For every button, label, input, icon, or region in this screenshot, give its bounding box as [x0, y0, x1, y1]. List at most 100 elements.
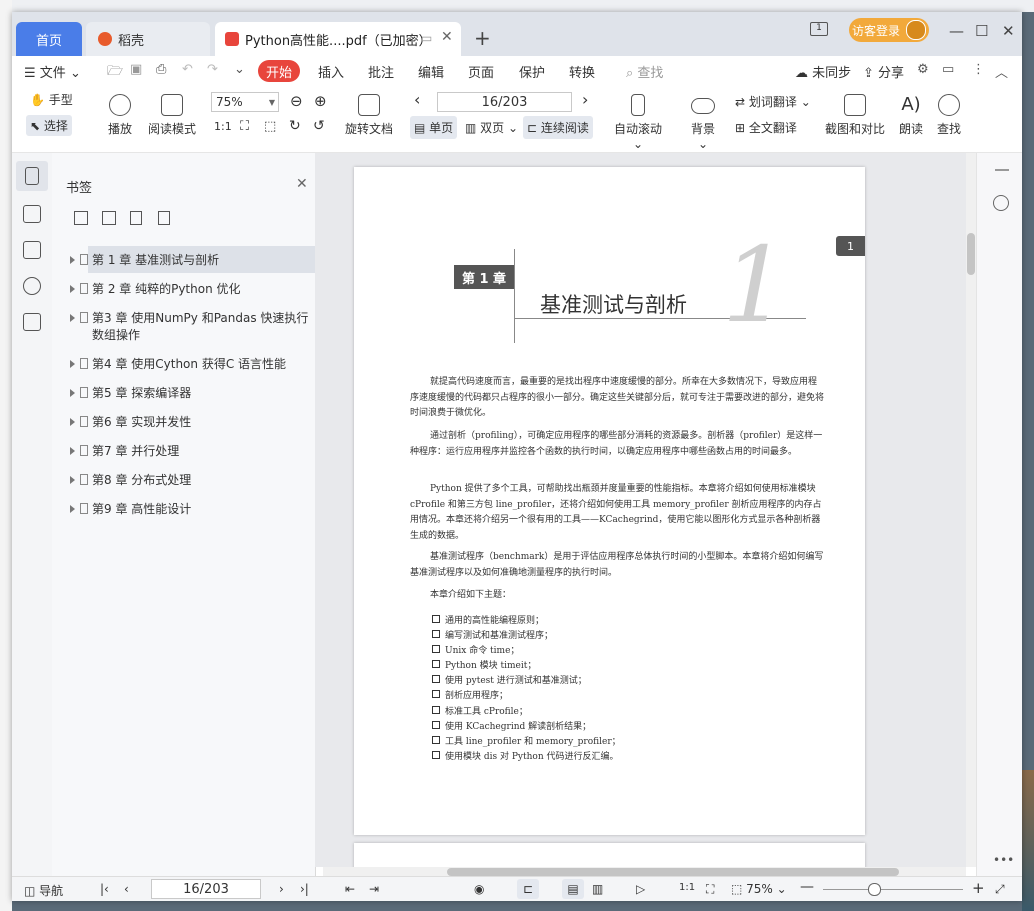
guest-login-button[interactable]: 访客登录: [849, 18, 929, 42]
comment-icon[interactable]: ▭: [942, 62, 954, 77]
save-icon[interactable]: ▣: [130, 62, 142, 77]
hand-tool-button[interactable]: ✋ 手型: [30, 91, 73, 108]
menu-convert[interactable]: 转换: [569, 62, 595, 81]
double-page-status-icon[interactable]: ▥: [592, 882, 603, 896]
forward-view-icon[interactable]: ⇥: [369, 882, 379, 896]
zoom-out-icon[interactable]: ⊖: [290, 92, 303, 110]
redo-icon[interactable]: ↷: [207, 62, 218, 77]
file-menu[interactable]: ☰ 文件 ⌄: [24, 62, 81, 81]
undo-icon[interactable]: ↶: [182, 62, 193, 77]
fit-width-icon[interactable]: ⬚: [264, 119, 276, 134]
minimize-icon[interactable]: —: [949, 22, 964, 40]
background-button[interactable]: 背景 ⌄: [686, 94, 720, 151]
first-page-icon[interactable]: |‹: [100, 882, 109, 896]
menu-annotate[interactable]: 批注: [368, 62, 394, 81]
collapse-ribbon-icon[interactable]: ︿: [995, 62, 1008, 81]
actual-size-icon[interactable]: 1:1: [214, 120, 232, 133]
expand-arrow-icon[interactable]: [70, 476, 75, 484]
rotate-doc-button[interactable]: 旋转文档: [343, 94, 395, 137]
navigation-button[interactable]: ◫ 导航: [24, 882, 63, 899]
rotate-right-icon[interactable]: ↻: [289, 118, 301, 134]
bookmark-item-ch2[interactable]: 第 2 章 纯粹的Python 优化: [70, 281, 312, 298]
expand-bookmark-icon[interactable]: [130, 211, 142, 225]
continuous-status-icon[interactable]: ⊏: [517, 879, 539, 899]
signature-icon[interactable]: [23, 313, 41, 331]
expand-arrow-icon[interactable]: [70, 314, 75, 322]
close-window-icon[interactable]: ✕: [1002, 22, 1015, 40]
menu-start[interactable]: 开始: [258, 60, 300, 82]
double-page-button[interactable]: ▥ 双页 ⌄: [465, 119, 518, 136]
expand-arrow-icon[interactable]: [70, 256, 75, 264]
expand-arrow-icon[interactable]: [70, 389, 75, 397]
maximize-icon[interactable]: ☐: [975, 22, 988, 40]
tab-pin-icon[interactable]: ▭: [421, 31, 432, 45]
thumbnail-icon[interactable]: [23, 205, 41, 223]
bookmark-item-ch8[interactable]: 第8 章 分布式处理: [70, 472, 312, 489]
vertical-scrollbar[interactable]: [966, 153, 976, 867]
close-panel-icon[interactable]: ✕: [296, 176, 308, 192]
add-tab-icon[interactable]: +: [474, 26, 491, 50]
select-tool-button[interactable]: ⬉ 选择: [26, 115, 72, 136]
screenshot-compare-button[interactable]: 截图和对比: [824, 94, 886, 137]
expand-arrow-icon[interactable]: [70, 360, 75, 368]
prev-page-status-icon[interactable]: ‹: [124, 882, 129, 896]
menu-insert[interactable]: 插入: [318, 62, 344, 81]
bookmark-item-ch3[interactable]: 第3 章 使用NumPy 和Pandas 快速执行数组操作: [70, 310, 312, 344]
full-translate-button[interactable]: ⊞ 全文翻译: [735, 119, 797, 136]
read-mode-button[interactable]: 阅读模式: [147, 94, 197, 137]
continuous-read-button[interactable]: ⊏ 连续阅读: [523, 116, 593, 139]
back-view-icon[interactable]: ⇤: [345, 882, 355, 896]
expand-arrow-icon[interactable]: [70, 505, 75, 513]
play-button[interactable]: 播放: [105, 94, 135, 137]
annotation-icon[interactable]: [23, 241, 41, 259]
more-options-icon[interactable]: •••: [993, 853, 1014, 867]
settings-icon[interactable]: ⚙: [917, 62, 929, 77]
zoom-slider-track[interactable]: [823, 889, 963, 890]
eye-protect-icon[interactable]: ◉: [474, 882, 484, 896]
text-recognition-icon[interactable]: [993, 195, 1009, 211]
horizontal-scroll-thumb[interactable]: [447, 868, 899, 876]
bookmark-item-ch9[interactable]: 第9 章 高性能设计: [70, 501, 312, 518]
menu-edit[interactable]: 编辑: [418, 62, 444, 81]
fit-page-icon[interactable]: ⛶: [240, 119, 249, 134]
page-number-input[interactable]: 16/203: [437, 92, 572, 112]
unsync-button[interactable]: ☁ 未同步: [795, 62, 851, 81]
single-page-button[interactable]: ▤ 单页: [410, 116, 458, 139]
read-aloud-button[interactable]: A) 朗读: [898, 94, 924, 137]
bookmark-item-ch7[interactable]: 第7 章 并行处理: [70, 443, 312, 460]
find-button[interactable]: 查找: [936, 94, 962, 137]
zoom-in-status-icon[interactable]: +: [972, 879, 985, 897]
fit-page-status-icon[interactable]: ⛶: [706, 882, 714, 897]
share-button[interactable]: ⇪ 分享: [863, 62, 904, 81]
tab-pdf-document[interactable]: Python高性能....pdf（已加密） ▭ ✕: [215, 22, 461, 56]
play-status-icon[interactable]: ▷: [636, 882, 645, 896]
bookmark-item-ch1[interactable]: 第 1 章 基准测试与剖析: [70, 252, 312, 269]
zoom-in-icon[interactable]: ⊕: [314, 92, 327, 110]
bookmark-icon[interactable]: [25, 167, 39, 185]
tab-daoke[interactable]: 稻壳: [86, 22, 210, 56]
search-box[interactable]: ⌕ 查找: [626, 62, 663, 81]
zoom-select[interactable]: 75% ▼: [211, 92, 279, 112]
menu-page[interactable]: 页面: [468, 62, 494, 81]
expand-arrow-icon[interactable]: [70, 285, 75, 293]
next-page-icon[interactable]: ›: [582, 90, 588, 109]
expand-arrow-icon[interactable]: [70, 418, 75, 426]
tab-close-icon[interactable]: ✕: [441, 29, 453, 45]
single-page-status-icon[interactable]: ▤: [562, 879, 584, 899]
print-icon[interactable]: ⎙: [156, 62, 166, 77]
rotate-left-icon[interactable]: ↺: [313, 118, 325, 134]
zoom-slider-handle[interactable]: [868, 883, 881, 896]
actual-size-status-icon[interactable]: 1:1: [679, 882, 695, 893]
vertical-scroll-thumb[interactable]: [967, 233, 975, 275]
page-count-icon[interactable]: 1: [810, 22, 828, 36]
menu-protect[interactable]: 保护: [519, 62, 545, 81]
more-icon[interactable]: ⋮: [972, 62, 985, 77]
status-page-input[interactable]: 16/203: [151, 879, 261, 899]
zoom-dropdown[interactable]: ⬚ 75% ⌄: [731, 882, 787, 896]
last-page-icon[interactable]: ›|: [300, 882, 309, 896]
collapse-bookmark-icon[interactable]: [158, 211, 170, 225]
open-icon[interactable]: 🗁: [107, 62, 123, 84]
more-quick-icon[interactable]: ⌄: [234, 62, 245, 77]
attachment-icon[interactable]: [23, 277, 41, 295]
zoom-out-status-icon[interactable]: —: [800, 879, 814, 895]
